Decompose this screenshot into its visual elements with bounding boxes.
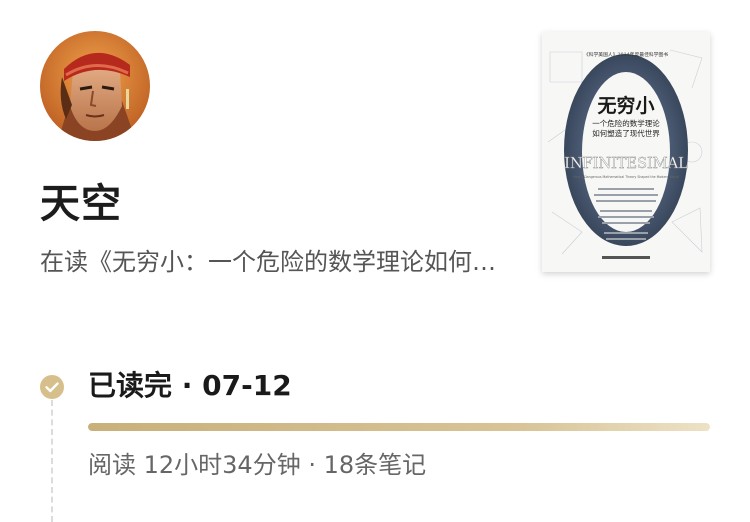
reading-stats: 阅读 12小时34分钟 · 18条笔记 <box>88 451 427 479</box>
reading-progress-bar <box>88 423 710 431</box>
cover-english: INFINITESIMAL <box>564 156 688 172</box>
check-circle-icon <box>40 375 64 399</box>
reading-progress-fill <box>88 423 710 431</box>
finish-title: 已读完 · 07-12 <box>88 369 292 402</box>
avatar[interactable] <box>40 31 150 141</box>
cover-subtitle-2: 如何塑造了现代世界 <box>592 128 660 138</box>
book-cover[interactable]: 《科学美国人》2014年度最佳科学图书 无穷小 一个危险的数学理论 如何塑造了现… <box>542 32 710 272</box>
cover-tagline: 《科学美国人》2014年度最佳科学图书 <box>584 51 668 58</box>
cover-title: 无穷小 <box>597 94 654 117</box>
timeline-line <box>51 400 53 522</box>
cover-english-sub: How a Dangerous Mathematical Theory Shap… <box>573 175 678 179</box>
username: 天空 <box>40 181 122 227</box>
reading-status[interactable]: 在读《无穷小：一个危险的数学理论如何塑造了现代世界》 <box>40 244 500 280</box>
cover-subtitle-1: 一个危险的数学理论 <box>592 118 660 128</box>
